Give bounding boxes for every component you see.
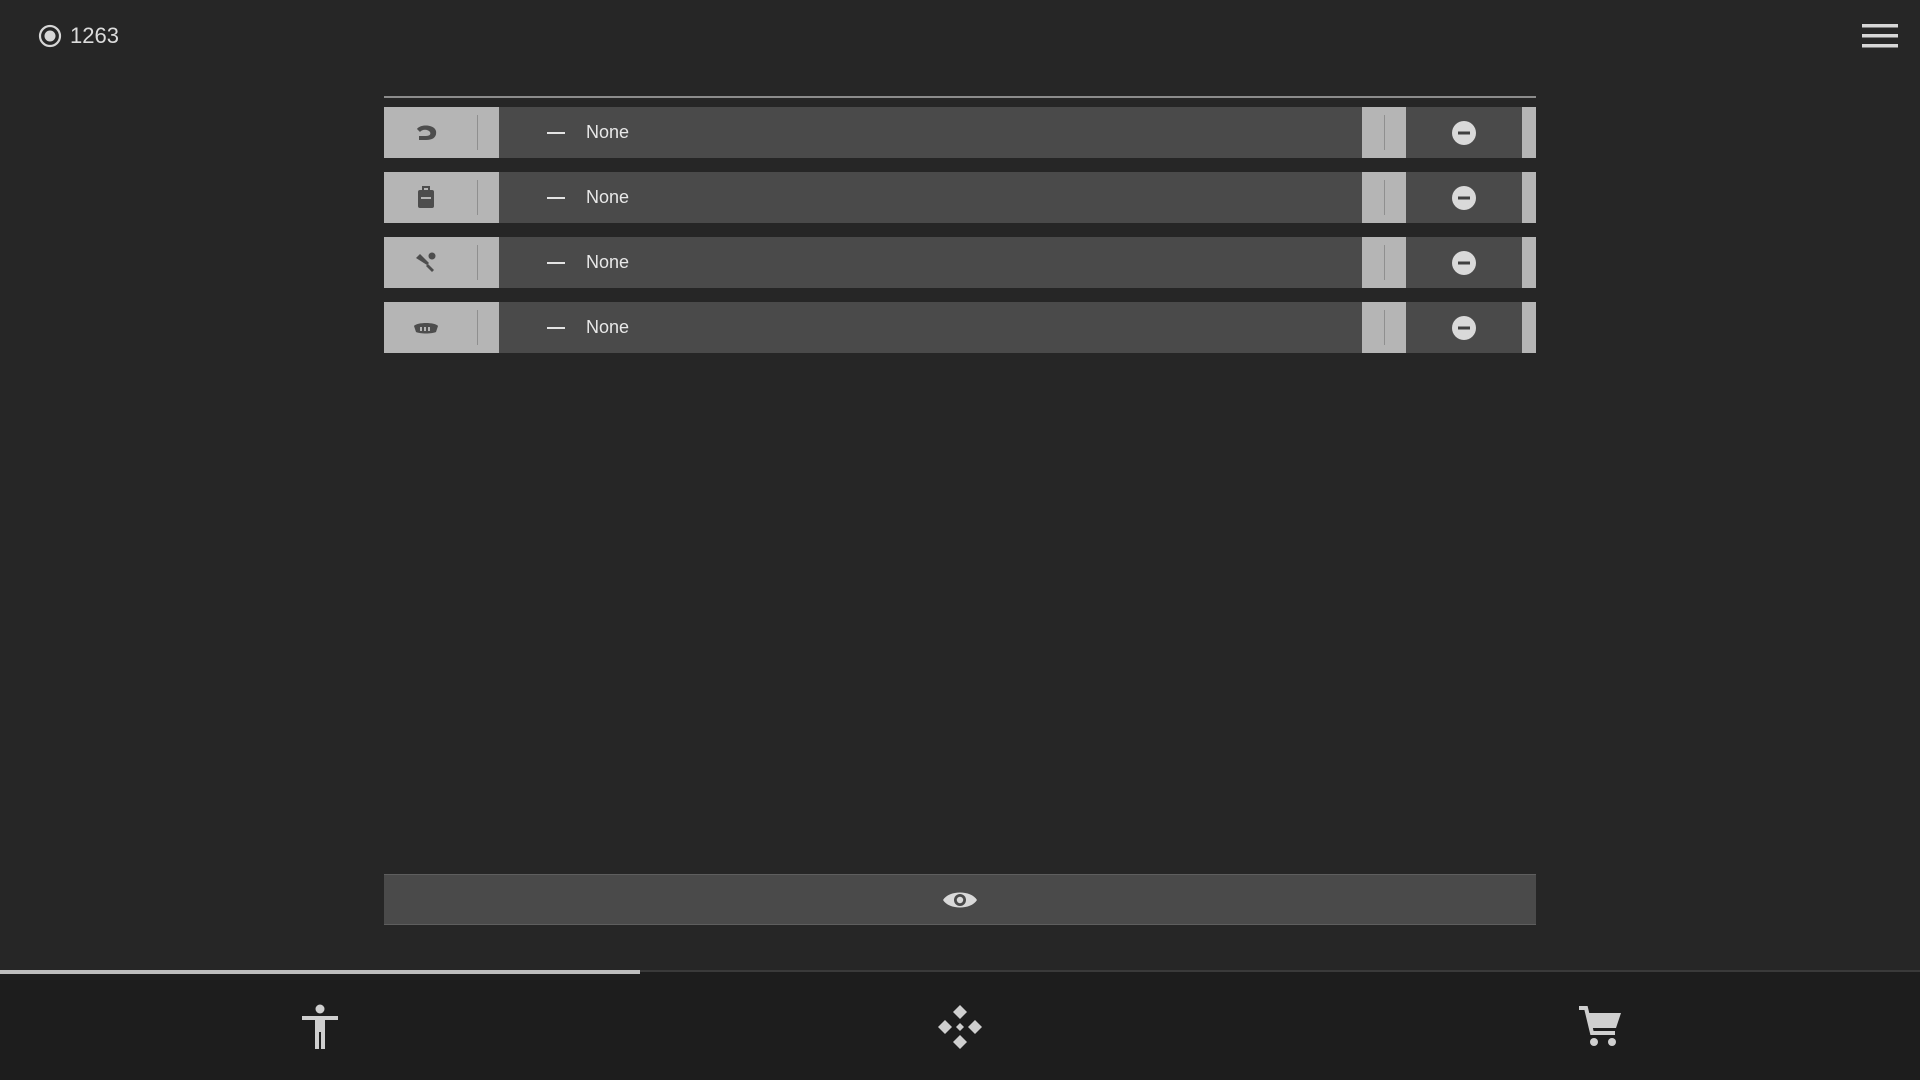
tab-shop[interactable]	[1280, 974, 1920, 1080]
slot-empty-dash	[534, 172, 578, 223]
slot-category-mask[interactable]	[384, 302, 499, 353]
eye-icon	[942, 888, 978, 912]
slot-category-tool[interactable]	[384, 237, 499, 288]
slot-row-backpack: None	[384, 172, 1536, 223]
slot-value: None	[586, 187, 630, 207]
divider	[477, 115, 478, 150]
slot-category-backpack[interactable]	[384, 172, 499, 223]
slot-endcap	[1522, 107, 1536, 158]
app-root: 1263 None None None None	[0, 0, 1920, 1080]
minus-circle-icon	[1451, 185, 1477, 211]
tab-items[interactable]	[640, 974, 1280, 1080]
slot-empty-dash	[534, 237, 578, 288]
preview-button[interactable]	[384, 874, 1536, 925]
bottom-navigation	[0, 970, 1920, 1080]
diamond-cluster-icon	[936, 1003, 984, 1051]
person-icon	[300, 1004, 340, 1050]
slot-remove-button[interactable]	[1406, 302, 1522, 353]
slot-endcap	[1522, 172, 1536, 223]
shopping-cart-icon	[1577, 1005, 1623, 1049]
minus-circle-icon	[1451, 315, 1477, 341]
divider	[477, 180, 478, 215]
slot-row-mask: None	[384, 302, 1536, 353]
slot-value: None	[586, 252, 630, 272]
slot-remove-button[interactable]	[1406, 237, 1522, 288]
divider	[477, 245, 478, 280]
slot-empty-dash	[534, 302, 578, 353]
slot-remove-button[interactable]	[1406, 172, 1522, 223]
slot-endcap	[1522, 237, 1536, 288]
slot-row-tool: None	[384, 237, 1536, 288]
slot-handle[interactable]	[1362, 172, 1406, 223]
divider	[477, 310, 478, 345]
tool-icon	[412, 249, 440, 277]
slot-value: None	[586, 122, 630, 142]
slot-category-helmet[interactable]	[384, 107, 499, 158]
minus-circle-icon	[1451, 250, 1477, 276]
slot-value: None	[586, 317, 630, 337]
mask-icon	[412, 314, 440, 342]
coin-icon	[38, 24, 62, 48]
slot-endcap	[1522, 302, 1536, 353]
equipment-slots: None None None None	[384, 96, 1536, 367]
hamburger-menu-icon	[1860, 20, 1900, 52]
slot-empty-dash	[534, 107, 578, 158]
currency-display: 1263	[38, 22, 119, 50]
helmet-icon	[412, 119, 440, 147]
backpack-icon	[412, 184, 440, 212]
slot-handle[interactable]	[1362, 302, 1406, 353]
slot-handle[interactable]	[1362, 237, 1406, 288]
tab-character[interactable]	[0, 974, 640, 1080]
menu-button[interactable]	[1856, 16, 1904, 56]
slot-remove-button[interactable]	[1406, 107, 1522, 158]
slot-row-helmet: None	[384, 107, 1536, 158]
minus-circle-icon	[1451, 120, 1477, 146]
slot-handle[interactable]	[1362, 107, 1406, 158]
currency-amount: 1263	[70, 23, 119, 48]
